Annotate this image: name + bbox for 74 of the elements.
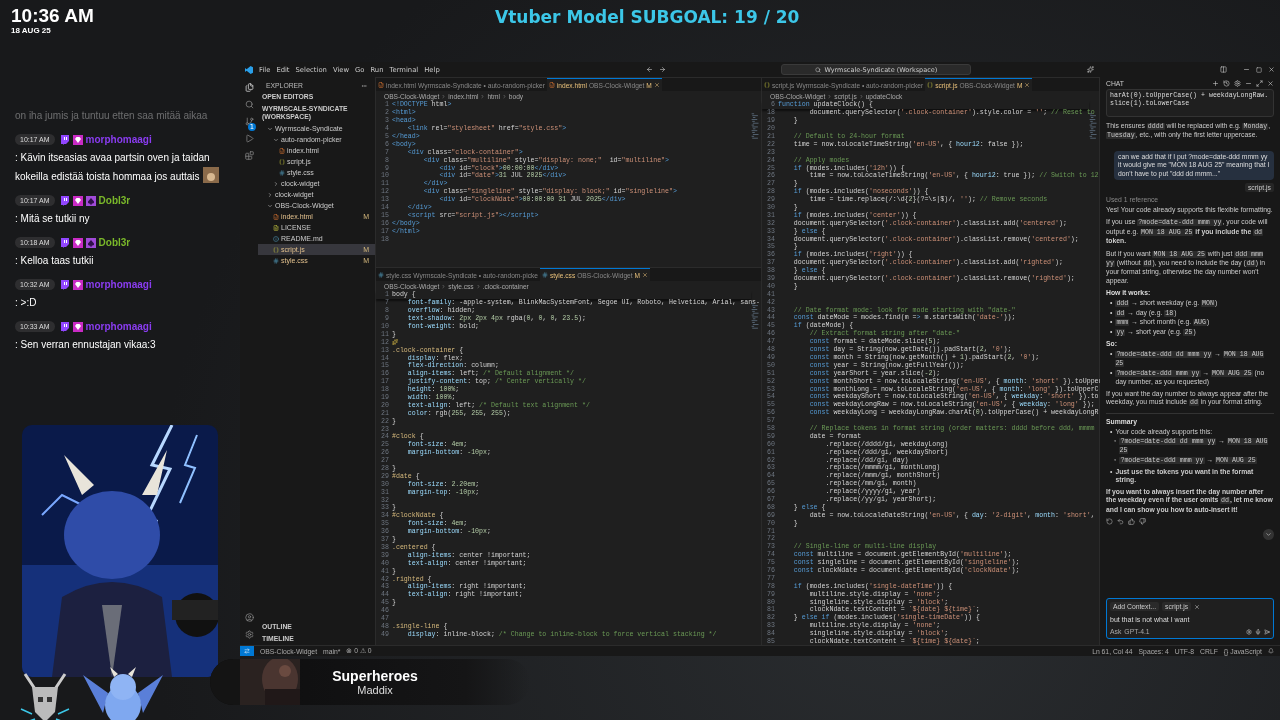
hash-icon (378, 272, 384, 278)
retry-icon[interactable] (1106, 518, 1113, 525)
plus-icon[interactable] (1212, 79, 1219, 87)
settings-icon[interactable] (244, 630, 254, 639)
hash-icon (273, 257, 279, 264)
more-icon[interactable] (361, 82, 367, 89)
account-icon[interactable] (244, 613, 254, 622)
branch-icon[interactable] (244, 117, 254, 126)
extensions-icon[interactable] (244, 151, 254, 160)
chevron-right-icon (827, 93, 833, 99)
sparkle-icon (392, 339, 398, 346)
search-icon (815, 66, 822, 73)
chevron-right-icon (475, 283, 481, 289)
code-file-icon (378, 82, 384, 88)
scroll-down-button[interactable] (1263, 529, 1274, 540)
send-icon[interactable] (1264, 628, 1270, 635)
braces-icon (273, 246, 279, 253)
thumbs-down-icon[interactable] (1139, 518, 1146, 525)
search-icon[interactable] (244, 100, 254, 109)
message-text: : Sen verran ennustajan vikaa:3 (15, 338, 156, 352)
info-icon (273, 235, 279, 242)
microphone-icon[interactable] (1255, 628, 1261, 635)
layout-icon[interactable] (1220, 66, 1227, 73)
chevron-right-icon (441, 93, 447, 99)
clock-time: 10:36 AM (10, 6, 94, 26)
username: morphomaagi (85, 321, 152, 332)
app-logo-icon (245, 65, 253, 74)
username: Dobl3r (98, 195, 131, 206)
bell-icon[interactable] (1268, 648, 1274, 654)
chevron-right-icon (858, 93, 864, 99)
history-icon[interactable] (1223, 79, 1230, 87)
code-file-icon (273, 213, 279, 220)
message-text: : >:D (15, 296, 37, 310)
message-text: : Kävin itseasias avaa partsin oven ja taidan kokeilla edistää toista hommaa jos auttais (15, 149, 228, 186)
close-icon[interactable] (653, 82, 660, 88)
clock-date: 18 AUG 25 (10, 26, 51, 35)
chevron-right-icon (501, 93, 507, 99)
username: Dobl3r (98, 237, 131, 248)
undo-icon[interactable] (1117, 518, 1124, 525)
username: morphomaagi (85, 279, 152, 290)
braces-icon (927, 82, 934, 88)
chevron-down-icon (1265, 531, 1272, 538)
song-title: Superheroes (332, 668, 418, 684)
close-icon[interactable] (1194, 603, 1201, 610)
forward-arrow-icon[interactable] (658, 66, 666, 73)
artist-name: Maddix (357, 684, 393, 696)
back-arrow-icon[interactable] (645, 66, 653, 73)
braces-icon (764, 82, 770, 88)
code-file-icon (279, 147, 285, 154)
close-icon[interactable] (1024, 82, 1031, 88)
document-icon (273, 224, 279, 231)
close-icon[interactable] (1268, 66, 1275, 73)
hash-icon (279, 169, 285, 176)
subgoal-title: Vtuber Model SUBGOAL: 19 / 20 (495, 7, 800, 27)
files-icon[interactable] (244, 83, 254, 92)
message-text: : Mitä se tutkii ny (15, 212, 90, 226)
maximize-icon[interactable] (1256, 79, 1263, 87)
chevron-right-icon (441, 283, 447, 289)
message-text: : Kelloa taas tutkii (15, 254, 94, 268)
message-text: on iha jumis ja tuntuu etten saa mitää aikaa (15, 109, 208, 123)
settings-icon[interactable] (1246, 628, 1252, 635)
close-icon[interactable] (642, 272, 649, 278)
thumbs-up-icon[interactable] (1128, 518, 1135, 525)
chevron-right-icon (480, 93, 486, 99)
settings-icon[interactable] (1234, 79, 1241, 87)
run-icon[interactable] (244, 134, 254, 143)
sparkle-icon[interactable] (1087, 66, 1094, 73)
close-icon[interactable] (1267, 79, 1274, 87)
remote-icon (244, 648, 250, 654)
braces-icon (279, 158, 285, 165)
maximize-icon[interactable] (1256, 66, 1262, 73)
hash-icon (541, 272, 548, 278)
username: morphomaagi (85, 134, 152, 145)
code-file-icon (548, 82, 555, 88)
